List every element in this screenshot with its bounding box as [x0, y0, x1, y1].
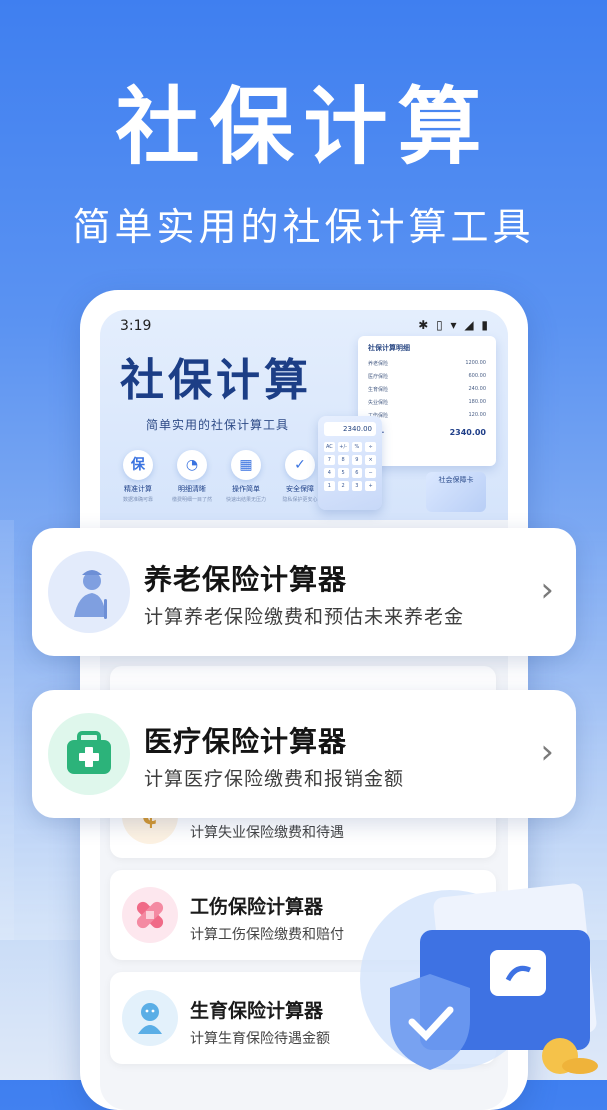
security-illustration: [360, 870, 607, 1080]
pie-chart-icon: ◔: [177, 450, 207, 480]
list-item-name: 工伤保险计算器: [190, 896, 324, 918]
status-time: 3:19: [120, 318, 152, 334]
feature-desc: 数据准确可靠: [122, 497, 153, 503]
receipt-row: 生育保险 240.00: [368, 386, 486, 393]
receipt-row: 养老保险 1200.00: [368, 360, 486, 367]
app-banner: 3:19 ✱ ▯ ▾ ◢ ▮ 社保计算 简单实用的社保计算工具 保 精准计算 数…: [100, 310, 508, 520]
shield-icon: 保: [123, 450, 153, 480]
baby-icon: [122, 990, 178, 1046]
feature-simple: ▦ 操作简单 快速出结果无压力: [216, 450, 276, 503]
pension-calculator-card[interactable]: 养老保险计算器 计算养老保险缴费和预估未来养老金 ›: [32, 528, 576, 656]
feature-clear: ◔ 明细清晰 缴费明细一目了然: [162, 450, 222, 503]
hero-title: 社保计算: [115, 78, 492, 176]
receipt-row: 失业保险 180.00: [368, 399, 486, 406]
card-desc: 计算医疗保险缴费和报销金额: [144, 768, 405, 790]
card-title: 养老保险计算器: [144, 563, 348, 596]
feature-desc: 快速出结果无压力: [225, 497, 266, 503]
elderly-person-icon: [48, 551, 130, 633]
list-item-desc: 计算失业保险缴费和待遇: [190, 825, 344, 841]
banner-title: 社保计算: [120, 355, 312, 406]
banner-subtitle: 简单实用的社保计算工具: [146, 418, 290, 432]
card-desc: 计算养老保险缴费和预估未来养老金: [144, 606, 465, 628]
calculator-keys: AC +/-% ÷ 7 8 9 × 4 5 6− 1 2 3 +: [324, 442, 376, 491]
bandage-icon: [122, 887, 178, 943]
list-item-desc: 计算生育保险待遇金额: [190, 1031, 330, 1047]
calculator-icon: ▦: [231, 450, 261, 480]
receipt-title: 社保计算明细: [368, 344, 410, 352]
social-security-card-illustration: 社会保障卡: [426, 472, 486, 512]
chevron-right-icon[interactable]: ›: [540, 570, 554, 610]
medical-calculator-card[interactable]: 医疗保险计算器 计算医疗保险缴费和报销金额 ›: [32, 690, 576, 818]
hero-subtitle: 简单实用的社保计算工具: [72, 205, 535, 249]
card-title: 医疗保险计算器: [144, 725, 348, 758]
list-item-desc: 计算工伤保险缴费和赔付: [190, 927, 344, 943]
chevron-right-icon[interactable]: ›: [540, 732, 554, 772]
feature-accurate: 保 精准计算 数据准确可靠: [108, 450, 168, 503]
feature-label: 操作简单: [232, 485, 260, 493]
calculator-illustration: 2340.00 AC +/-% ÷ 7 8 9 × 4 5 6− 1 2 3 +: [318, 416, 382, 510]
check-shield-icon: ✓: [285, 450, 315, 480]
calculator-display: 2340.00: [324, 422, 376, 436]
feature-label: 明细清晰: [178, 485, 206, 493]
status-icons: ✱ ▯ ▾ ◢ ▮: [418, 318, 490, 332]
feature-desc: 缴费明细一目了然: [171, 497, 212, 503]
receipt-row: 医疗保险 600.00: [368, 373, 486, 380]
medical-kit-icon: [48, 713, 130, 795]
list-item-name: 生育保险计算器: [190, 1000, 324, 1022]
feature-label: 精准计算: [124, 485, 152, 493]
